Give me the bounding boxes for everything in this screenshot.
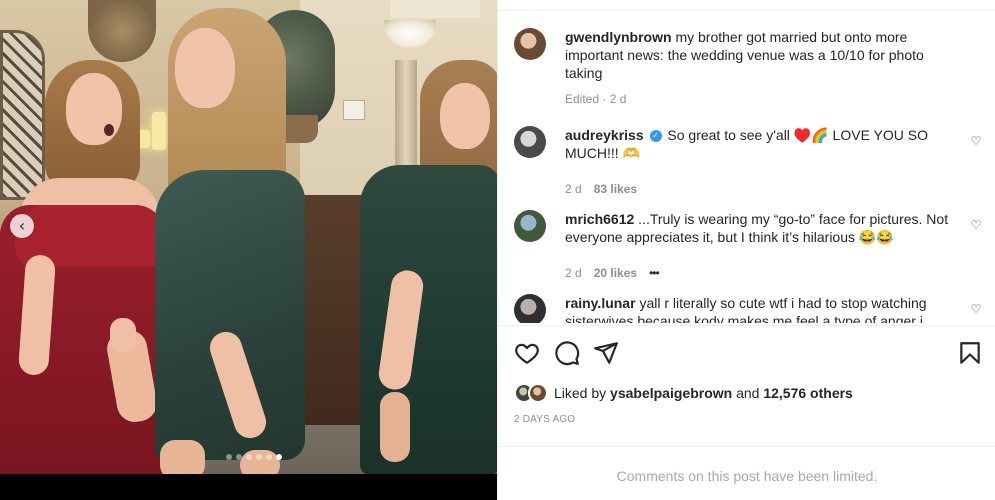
post-actions <box>514 340 982 366</box>
liked-by-row: Liked by ysabelpaigebrown and 12,576 oth… <box>514 381 853 405</box>
post-photo: ‹ <box>0 0 497 474</box>
comment-meta: 2 d 20 likes ••• <box>565 266 660 280</box>
divider <box>498 446 995 447</box>
comment-like-icon[interactable]: ♡ <box>969 134 983 148</box>
leg <box>380 392 410 462</box>
candle <box>152 112 166 150</box>
comments-limited-notice: Comments on this post have been limited. <box>616 468 878 484</box>
username[interactable]: gwendlynbrown <box>565 29 672 45</box>
avatar[interactable] <box>514 126 546 158</box>
comment-age[interactable]: 2 d <box>565 266 582 280</box>
comment-text-block: rainy.lunar yall r literally so cute wtf… <box>565 294 957 323</box>
verified-badge-icon: ✓ <box>649 130 662 143</box>
comment-meta: 2 d 83 likes <box>565 182 637 196</box>
carousel-dot <box>266 454 272 460</box>
leg <box>160 440 205 474</box>
carousel-dots <box>226 454 282 460</box>
liked-by-prefix: Liked by <box>554 385 607 401</box>
post-details-panel: gwendlynbrown my brother got married but… <box>497 0 995 500</box>
liker-avatar <box>528 383 548 403</box>
username[interactable]: mrich6612 <box>565 211 634 227</box>
carousel-dot <box>236 454 242 460</box>
comment-text-block: mrich6612 ...Truly is wearing my “go-to”… <box>565 210 957 246</box>
face <box>175 28 235 108</box>
liked-by-user[interactable]: ysabelpaigebrown <box>610 385 732 401</box>
more-options-icon[interactable]: ••• <box>649 266 660 280</box>
caption-meta: Edited · 2 d <box>565 92 626 106</box>
separator: · <box>599 92 610 106</box>
liked-by-others[interactable]: 12,576 others <box>763 385 853 401</box>
bookmark-icon[interactable] <box>957 340 983 366</box>
comment-likes[interactable]: 20 likes <box>594 266 637 280</box>
face <box>440 83 490 149</box>
carousel-dot <box>226 454 232 460</box>
avatar[interactable] <box>514 28 546 60</box>
comment-like-icon[interactable]: ♡ <box>969 218 983 232</box>
avatar[interactable] <box>514 210 546 242</box>
hand <box>110 318 136 352</box>
liked-by-text: Liked by ysabelpaigebrown and 12,576 oth… <box>554 385 853 401</box>
username[interactable]: rainy.lunar <box>565 295 636 311</box>
carousel-dot <box>246 454 252 460</box>
wall-ornament <box>88 0 156 62</box>
heart-outline-icon[interactable] <box>514 340 540 366</box>
green-dress <box>155 170 305 460</box>
caption-age[interactable]: 2 d <box>610 92 627 106</box>
edited-label: Edited <box>565 92 600 106</box>
carousel-dot <box>256 454 262 460</box>
light-switch <box>343 100 365 120</box>
comment-text-block: audreykriss ✓ So great to see y'all ♥️🌈 … <box>565 126 957 162</box>
open-mouth <box>104 124 114 136</box>
ceiling <box>390 0 480 18</box>
comment-like-icon[interactable]: ♡ <box>969 302 983 316</box>
carousel-dot <box>276 454 282 460</box>
speech-bubble-icon[interactable] <box>554 340 580 366</box>
face <box>66 73 122 145</box>
avatar[interactable] <box>514 294 546 323</box>
comment-likes[interactable]: 83 likes <box>594 182 637 196</box>
caption-text-block: gwendlynbrown my brother got married but… <box>565 28 957 82</box>
username[interactable]: audreykriss <box>565 127 644 143</box>
comment-age[interactable]: 2 d <box>565 182 582 196</box>
paper-plane-icon[interactable] <box>593 340 619 366</box>
post-timestamp[interactable]: 2 DAYS AGO <box>514 414 575 425</box>
liked-by-and: and <box>736 385 760 401</box>
comments-list[interactable]: gwendlynbrown my brother got married but… <box>498 11 995 323</box>
photo-letterbox <box>0 474 497 500</box>
carousel-prev-button[interactable]: ‹ <box>10 214 34 238</box>
arched-window <box>0 30 45 200</box>
divider <box>498 325 995 326</box>
